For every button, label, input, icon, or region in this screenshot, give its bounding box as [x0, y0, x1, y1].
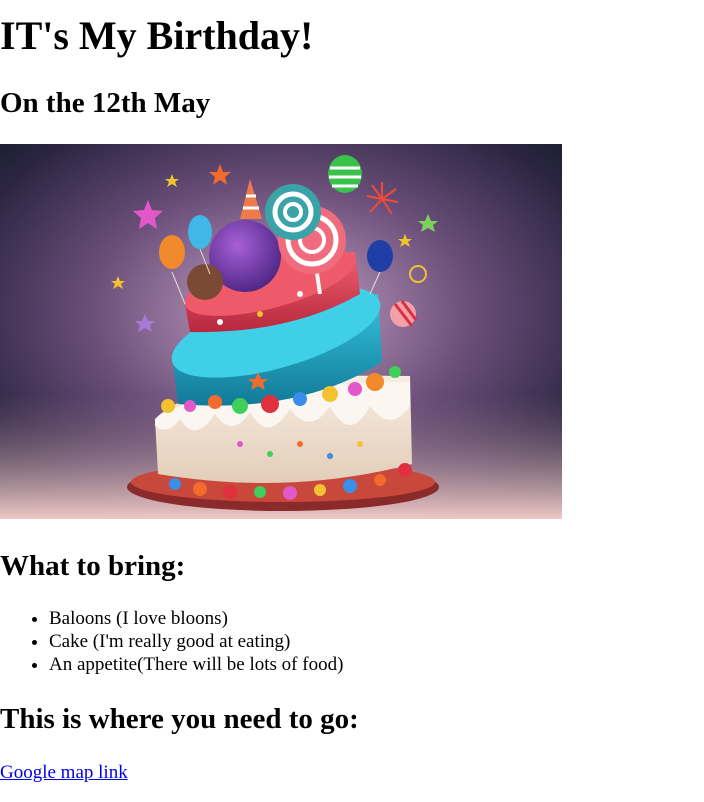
- birthday-cake-image: [0, 144, 562, 519]
- page-title: IT's My Birthday!: [0, 13, 314, 58]
- date-heading: On the 12th May: [0, 87, 211, 119]
- what-to-bring-heading: What to bring:: [0, 550, 186, 582]
- google-map-link[interactable]: Google map link: [0, 761, 128, 784]
- list-item: An appetite(There will be lots of food): [49, 653, 343, 676]
- bring-list: Baloons (I love bloons) Cake (I'm really…: [0, 607, 343, 676]
- list-item: Baloons (I love bloons): [49, 607, 343, 630]
- directions-heading: This is where you need to go:: [0, 703, 359, 735]
- list-item: Cake (I'm really good at eating): [49, 630, 343, 653]
